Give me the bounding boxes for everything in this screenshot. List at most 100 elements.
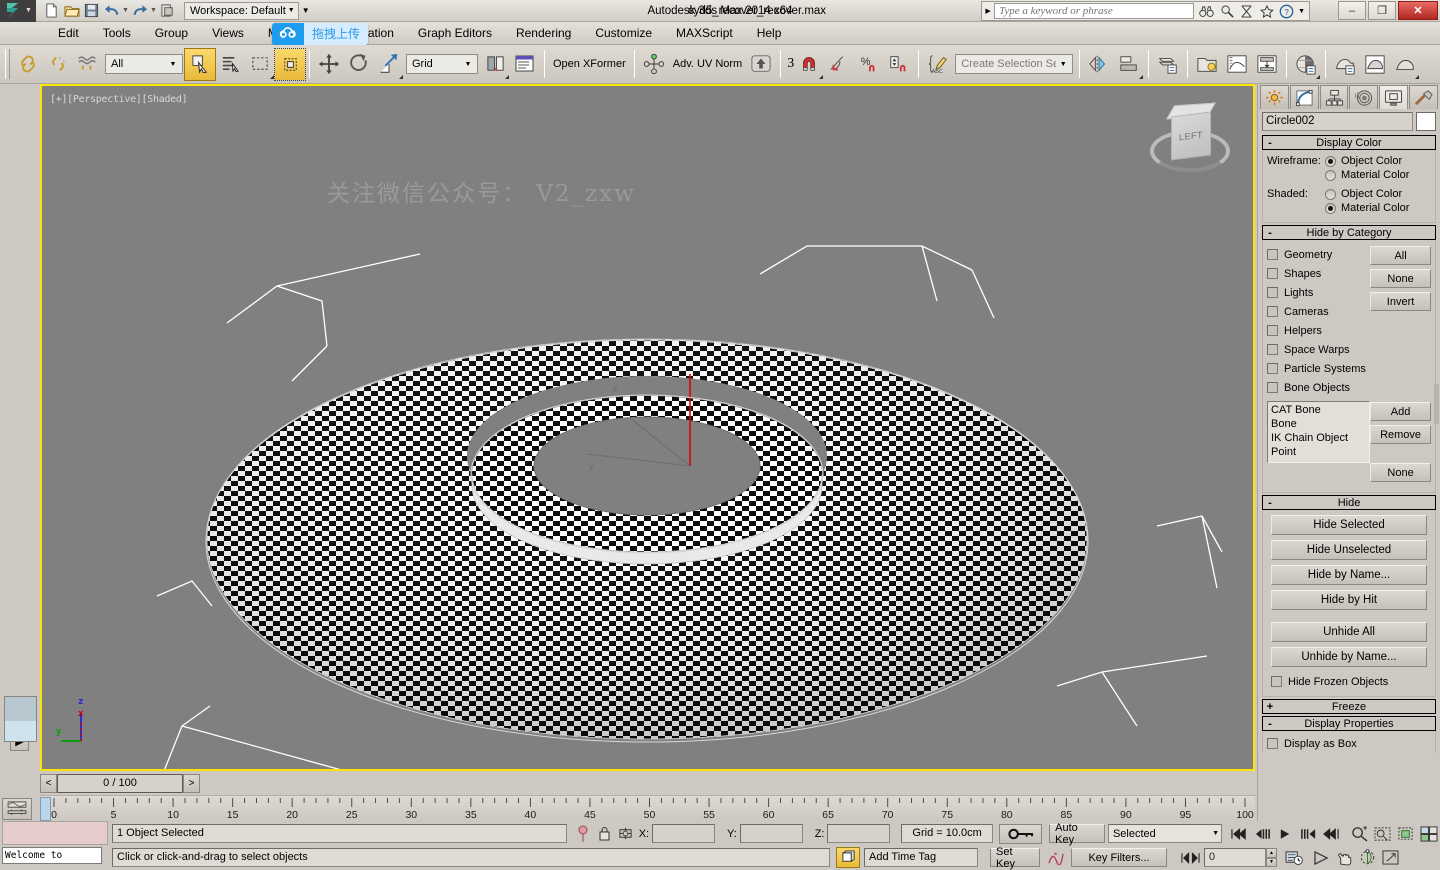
hide-by-category-rollout-header[interactable]: - Hide by Category — [1262, 225, 1436, 240]
display-color-rollout-header[interactable]: - Display Color — [1262, 135, 1436, 150]
spinner-snap-toggle-icon[interactable] — [884, 49, 914, 80]
key-mode-combo[interactable]: Selected ▼ — [1108, 824, 1222, 843]
chevron-down-icon[interactable]: ▼ — [1056, 61, 1070, 68]
project-folder-icon[interactable] — [158, 1, 177, 20]
modify-tab-icon[interactable] — [1290, 85, 1319, 109]
zoom-all-icon[interactable] — [1417, 823, 1440, 844]
search-input[interactable] — [994, 3, 1194, 19]
xform-gizmo-icon[interactable] — [639, 49, 669, 80]
menu-item-customize[interactable]: Customize — [583, 22, 664, 45]
none-button[interactable]: None — [1370, 463, 1431, 482]
menu-item-views[interactable]: Views — [200, 22, 256, 45]
play-animation-icon[interactable] — [1310, 847, 1333, 868]
adv-uv-norm-label[interactable]: Adv. UV Norm — [669, 58, 746, 70]
save-file-icon[interactable] — [82, 1, 101, 20]
undo-dropdown-arrow[interactable]: ▼ — [122, 7, 129, 14]
render-production-icon[interactable] — [1390, 49, 1420, 80]
orbit-icon[interactable] — [1356, 847, 1379, 868]
help-icon[interactable]: ? — [1278, 3, 1295, 20]
track-bar[interactable]: 0510152025303540455055606570758085909510… — [40, 795, 1255, 821]
select-and-move-icon[interactable] — [314, 49, 344, 80]
category-row-lights[interactable]: Lights — [1267, 283, 1370, 302]
app-logo-button[interactable]: ▼ — [0, 0, 36, 22]
rollout-toggle-sign[interactable]: - — [1263, 227, 1277, 239]
category-checkbox-lights[interactable] — [1267, 287, 1278, 298]
use-pivot-point-center-icon[interactable] — [480, 49, 510, 80]
restore-button[interactable]: ❐ — [1368, 1, 1396, 20]
new-file-icon[interactable] — [42, 1, 61, 20]
redo-dropdown-arrow[interactable]: ▼ — [150, 7, 157, 14]
category-checkbox-cameras[interactable] — [1267, 306, 1278, 317]
go-to-end-icon[interactable] — [1320, 823, 1343, 844]
manage-layers-icon[interactable] — [510, 49, 540, 80]
none-category-button[interactable]: None — [1370, 269, 1431, 288]
hide-rollout-header[interactable]: - Hide — [1262, 495, 1436, 510]
drag-upload-overlay[interactable]: 拖拽上传 — [272, 23, 368, 45]
shaded-material-color-radio[interactable] — [1325, 203, 1336, 214]
list-item[interactable]: Bone — [1271, 417, 1366, 431]
hide-selected-button[interactable]: Hide Selected — [1271, 515, 1427, 535]
object-name-field[interactable]: Circle002 — [1262, 112, 1413, 131]
category-row-bone-objects[interactable]: Bone Objects — [1267, 378, 1370, 397]
create-tab-icon[interactable] — [1260, 85, 1289, 109]
menu-item-graph-editors[interactable]: Graph Editors — [406, 22, 504, 45]
redo-icon[interactable] — [130, 1, 149, 20]
help-dropdown-arrow[interactable]: ▼ — [1298, 8, 1305, 15]
add-button[interactable]: Add — [1370, 402, 1431, 421]
x-coord-input[interactable] — [652, 824, 715, 843]
object-color-swatch[interactable] — [1416, 112, 1436, 131]
workspace-dropdown-arrow[interactable]: ▼ — [288, 7, 295, 14]
undo-icon[interactable] — [102, 1, 121, 20]
zoom-icon[interactable] — [1348, 823, 1371, 844]
list-item[interactable]: CAT Bone — [1271, 403, 1366, 417]
select-by-name-icon[interactable] — [215, 49, 245, 80]
selection-lock-icon[interactable] — [593, 824, 615, 844]
material-preview-swatch[interactable] — [4, 696, 37, 742]
material-editor-icon[interactable] — [1291, 49, 1321, 80]
remove-button[interactable]: Remove — [1370, 425, 1431, 444]
minimize-button[interactable]: – — [1338, 1, 1366, 20]
category-checkbox-geometry[interactable] — [1267, 249, 1278, 260]
angle-snap-toggle-icon[interactable] — [824, 49, 854, 80]
go-to-start-icon[interactable] — [1228, 823, 1251, 844]
pan-icon[interactable] — [1333, 847, 1356, 868]
upload-arrow-icon[interactable] — [746, 49, 776, 80]
select-and-scale-icon[interactable] — [374, 49, 404, 80]
render-setup-icon[interactable] — [1330, 49, 1360, 80]
z-coord-input[interactable] — [827, 824, 890, 843]
view-cube[interactable]: LEFT — [1145, 108, 1235, 183]
display-properties-rollout-header[interactable]: - Display Properties — [1262, 716, 1436, 731]
bone-object-list[interactable]: CAT BoneBoneIK Chain ObjectPoint — [1267, 401, 1370, 463]
rectangular-selection-region-icon[interactable] — [245, 49, 275, 80]
motion-tab-icon[interactable] — [1349, 85, 1378, 109]
selection-filter-combo[interactable]: All ▼ — [105, 54, 183, 74]
add-time-tag-field[interactable]: Add Time Tag — [864, 848, 978, 867]
perspective-viewport[interactable]: [+][Perspective][Shaded] 关注微信公众号： V2_zxw — [40, 84, 1255, 771]
layer-manager-icon[interactable] — [1153, 49, 1183, 80]
auto-key-button[interactable]: Auto Key — [1049, 824, 1105, 843]
rollout-toggle-sign[interactable]: + — [1263, 701, 1277, 713]
unhide-all-button[interactable]: Unhide All — [1271, 622, 1427, 642]
select-object-icon[interactable] — [185, 49, 215, 80]
next-frame-icon[interactable] — [1297, 823, 1320, 844]
wireframe-material-color-radio[interactable] — [1325, 170, 1336, 181]
freeze-rollout-header[interactable]: + Freeze — [1262, 699, 1436, 714]
set-key-button[interactable]: Set Key — [990, 848, 1040, 867]
invert-category-button[interactable]: Invert — [1370, 292, 1431, 311]
toolbar-grip[interactable] — [5, 49, 10, 79]
search-expand-arrow[interactable]: ▶ — [982, 7, 994, 15]
key-filters-button[interactable]: Key Filters... — [1071, 848, 1167, 867]
maximize-viewport-icon[interactable] — [1379, 847, 1402, 868]
current-frame-display[interactable]: 0 / 100 — [57, 774, 183, 793]
y-coord-input[interactable] — [740, 824, 803, 843]
star-icon[interactable] — [1258, 3, 1275, 20]
named-selection-set-combo[interactable]: Create Selection Set ▼ — [955, 54, 1073, 74]
prev-frame-arrow[interactable]: < — [40, 774, 57, 793]
curve-editor-icon[interactable] — [1222, 49, 1252, 80]
category-checkbox-bone-objects[interactable] — [1267, 382, 1278, 393]
menu-item-rendering[interactable]: Rendering — [504, 22, 583, 45]
align-icon[interactable] — [1114, 49, 1144, 80]
zoom-extents-icon[interactable] — [1394, 823, 1417, 844]
open-xformer-label[interactable]: Open XFormer — [549, 58, 630, 70]
snaps-toggle-icon[interactable] — [794, 49, 824, 80]
